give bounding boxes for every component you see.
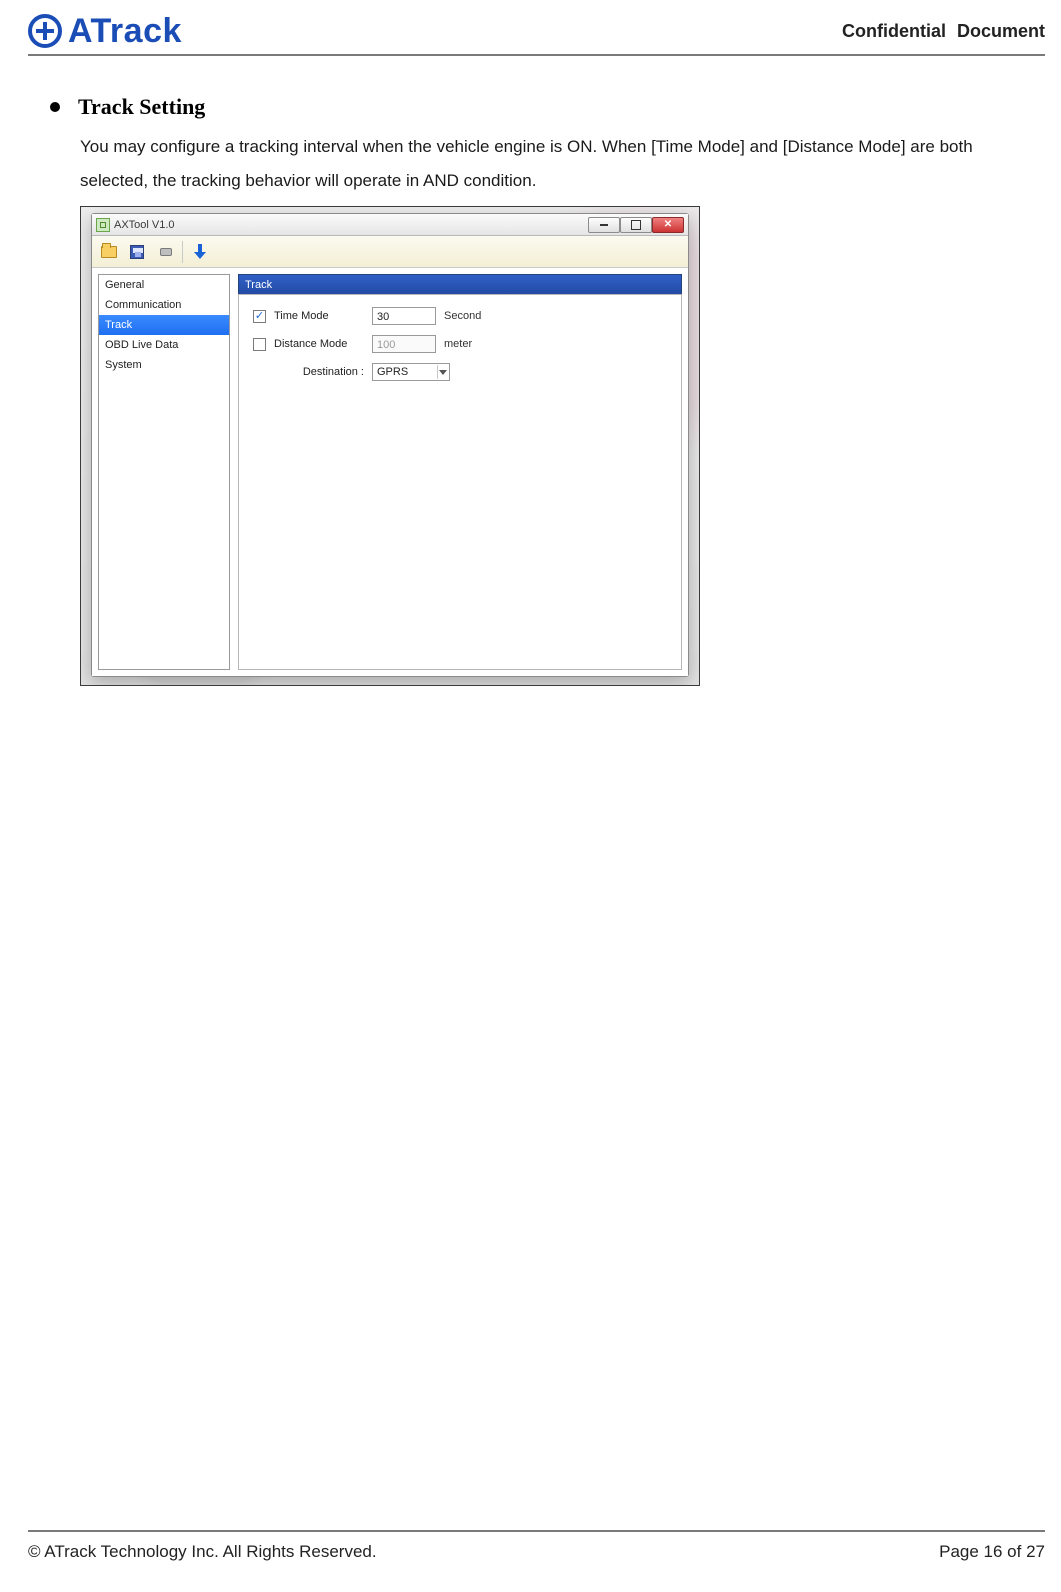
destination-row: Destination : GPRS (253, 363, 667, 381)
distance-mode-input[interactable]: 100 (372, 335, 436, 353)
download-button[interactable] (187, 240, 213, 264)
sidebar-item-obd-live-data[interactable]: OBD Live Data (99, 335, 229, 355)
doc-footer: © ATrack Technology Inc. All Rights Rese… (28, 1530, 1045, 1562)
time-mode-label: Time Mode (274, 310, 364, 322)
sidebar: General Communication Track OBD Live Dat… (98, 274, 230, 670)
chevron-down-icon (437, 365, 447, 379)
time-mode-row: Time Mode 30 Second (253, 307, 667, 325)
sidebar-item-system[interactable]: System (99, 355, 229, 375)
distance-mode-label: Distance Mode (274, 338, 364, 350)
copyright: © ATrack Technology Inc. All Rights Rese… (28, 1542, 377, 1562)
arrow-down-icon (192, 244, 208, 260)
app-icon (96, 218, 110, 232)
panel-title: Track (238, 274, 682, 294)
sidebar-item-communication[interactable]: Communication (99, 295, 229, 315)
window-titlebar[interactable]: AXTool V1.0 (92, 214, 688, 236)
destination-value: GPRS (377, 366, 408, 378)
destination-label: Destination : (274, 366, 364, 378)
sidebar-item-track[interactable]: Track (99, 315, 229, 335)
app-window: AXTool V1.0 Ge (91, 213, 689, 677)
sidebar-item-general[interactable]: General (99, 275, 229, 295)
screenshot-frame: AXTool V1.0 Ge (80, 206, 700, 686)
window-minimize-button[interactable] (588, 217, 620, 233)
window-maximize-button[interactable] (620, 217, 652, 233)
brand-logo-icon (28, 14, 62, 48)
toolbar-separator (182, 241, 183, 263)
doc-header: ATrack Confidential Document (28, 0, 1045, 56)
save-button[interactable] (124, 240, 150, 264)
distance-mode-checkbox[interactable] (253, 338, 266, 351)
section-title: Track Setting (78, 94, 205, 120)
brand-name: ATrack (68, 12, 182, 51)
distance-mode-unit: meter (444, 338, 472, 350)
confidential-label: Confidential Document (842, 21, 1045, 42)
plug-icon (158, 245, 172, 259)
distance-mode-row: Distance Mode 100 meter (253, 335, 667, 353)
save-icon (130, 245, 144, 259)
time-mode-input[interactable]: 30 (372, 307, 436, 325)
toolbar (92, 236, 688, 268)
window-title: AXTool V1.0 (114, 219, 175, 231)
page-number: Page 16 of 27 (939, 1542, 1045, 1562)
connect-button[interactable] (152, 240, 178, 264)
folder-icon (101, 246, 117, 258)
panel-body: Time Mode 30 Second Distance Mode 100 me… (238, 294, 682, 670)
time-mode-unit: Second (444, 310, 481, 322)
destination-select[interactable]: GPRS (372, 363, 450, 381)
brand: ATrack (28, 12, 182, 51)
window-close-button[interactable] (652, 217, 684, 233)
time-mode-checkbox[interactable] (253, 310, 266, 323)
section-body: You may configure a tracking interval wh… (80, 130, 1045, 198)
open-button[interactable] (96, 240, 122, 264)
bullet-icon (50, 102, 60, 112)
